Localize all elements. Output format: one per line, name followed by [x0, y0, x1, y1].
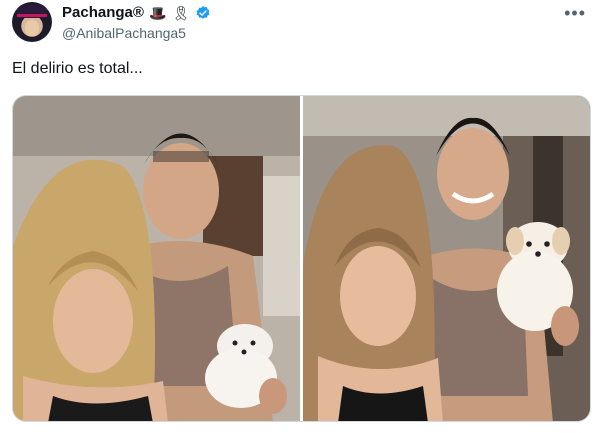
author-name-row: Pachanga® 🎩 🎗 — [62, 4, 211, 21]
tweet-card[interactable]: Pachanga® 🎩 🎗 @AnibalPachanga5 ••• El de… — [0, 0, 610, 433]
tweet-text: El delirio es total... — [12, 60, 143, 77]
photo-1[interactable] — [13, 96, 300, 421]
photo-couple-with-puppy-1 — [13, 96, 300, 421]
author-display-name[interactable]: Pachanga® — [62, 4, 144, 21]
verified-icon — [196, 5, 210, 19]
face-shape — [25, 20, 39, 36]
photo-couple-with-puppy-2 — [303, 96, 590, 421]
author-handle[interactable]: @AnibalPachanga5 — [62, 25, 186, 41]
more-options-icon[interactable]: ••• — [564, 3, 586, 24]
hat-band-shape — [17, 14, 47, 17]
photo-2[interactable] — [303, 96, 590, 421]
media-grid — [12, 95, 591, 422]
top-hat-icon: 🎩 — [149, 4, 167, 21]
author-avatar[interactable] — [12, 2, 52, 42]
ribbon-icon: 🎗 — [172, 4, 190, 21]
